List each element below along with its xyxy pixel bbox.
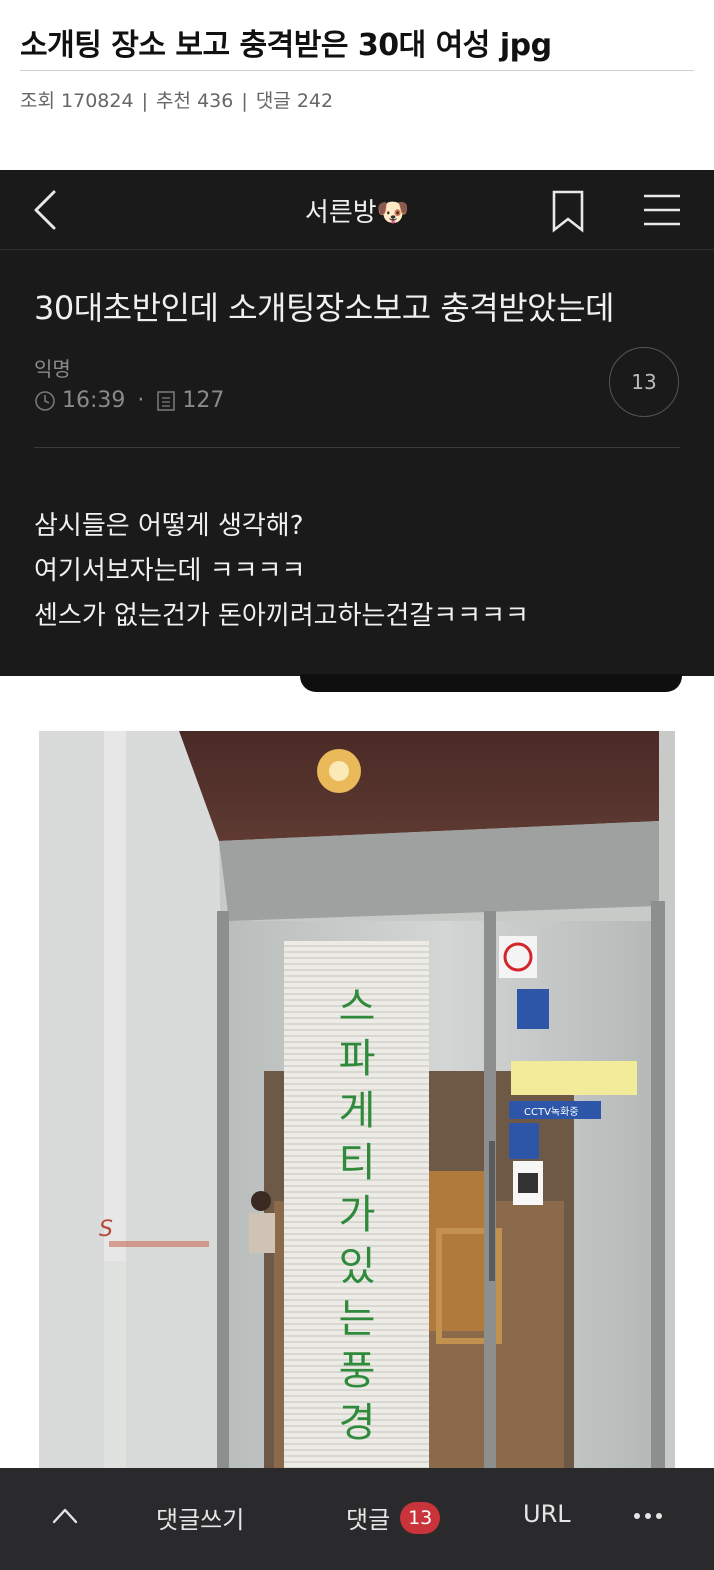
author-name: 익명 bbox=[34, 357, 71, 381]
left-glass-script: S bbox=[99, 1217, 113, 1242]
url-button[interactable]: URL bbox=[523, 1500, 571, 1528]
bookmark-icon bbox=[552, 190, 584, 233]
post-title: 소개팅 장소 보고 충격받은 30대 여성 jpg bbox=[20, 28, 552, 63]
content-divider bbox=[34, 447, 680, 448]
stats-separator: | bbox=[141, 90, 148, 112]
comments-button-label: 댓글 bbox=[346, 1506, 391, 1534]
post-stats: 조회 170824 | 추천 436 | 댓글 242 bbox=[20, 86, 333, 113]
app-post-title: 30대초반인데 소개팅장소보고 충격받았는데 bbox=[34, 289, 614, 327]
cropped-image-edge bbox=[300, 674, 682, 692]
post-time: 16:39 bbox=[62, 388, 126, 413]
clock-icon bbox=[35, 390, 55, 411]
cctv-sign-text: CCTV녹화중 bbox=[524, 1106, 579, 1118]
scroll-top-button[interactable] bbox=[50, 1504, 80, 1526]
read-count: 127 bbox=[182, 388, 225, 413]
door-lettering: 스파게티가 있는 풍경 bbox=[338, 984, 376, 1446]
views-label: 조회 bbox=[20, 90, 55, 112]
views-count: 170824 bbox=[61, 90, 134, 112]
restaurant-entrance-photo: CCTV녹화중 S 스파게티가 있는 풍경 bbox=[39, 731, 675, 1471]
body-line: 삼시들은 어떻게 생각해? bbox=[34, 511, 304, 541]
title-divider bbox=[20, 70, 694, 71]
more-dots-icon bbox=[634, 1513, 662, 1519]
stats-separator: | bbox=[241, 90, 248, 112]
board-title: 서른방🐶 bbox=[304, 198, 410, 228]
comments-count: 242 bbox=[296, 90, 334, 112]
post-body: 삼시들은 어떻게 생각해? 여기서보자는데 ㅋㅋㅋㅋ 센스가 없는건가 돈아끼려… bbox=[34, 504, 529, 639]
bookmark-button[interactable] bbox=[548, 188, 588, 234]
more-button[interactable] bbox=[632, 1508, 664, 1524]
recommend-count: 436 bbox=[197, 90, 234, 112]
body-line: 센스가 없는건가 돈아끼려고하는건갈ㅋㅋㅋㅋ bbox=[34, 601, 529, 631]
recommend-label: 추천 bbox=[156, 90, 192, 112]
document-icon bbox=[157, 390, 176, 411]
write-comment-button[interactable]: 댓글쓰기 bbox=[156, 1500, 244, 1535]
comments-label: 댓글 bbox=[255, 90, 291, 112]
post-meta: 16:39 · 127 bbox=[34, 388, 224, 413]
comments-badge: 13 bbox=[400, 1501, 441, 1534]
comments-button[interactable]: 댓글 13 bbox=[346, 1500, 441, 1535]
app-screenshot: 서른방🐶 30대초반인데 소개팅장소보고 충격받았는데 익명 16:39 · 1… bbox=[0, 170, 714, 676]
chevron-up-icon bbox=[52, 1508, 78, 1524]
hamburger-menu-icon bbox=[644, 194, 680, 226]
menu-button[interactable] bbox=[640, 190, 686, 232]
app-header: 서른방🐶 bbox=[0, 170, 714, 250]
body-line: 여기서보자는데 ㅋㅋㅋㅋ bbox=[34, 556, 306, 586]
bottom-action-bar: 댓글쓰기 댓글 13 URL bbox=[0, 1468, 714, 1570]
meta-dot: · bbox=[137, 388, 145, 413]
comment-count-circle[interactable]: 13 bbox=[609, 347, 679, 417]
